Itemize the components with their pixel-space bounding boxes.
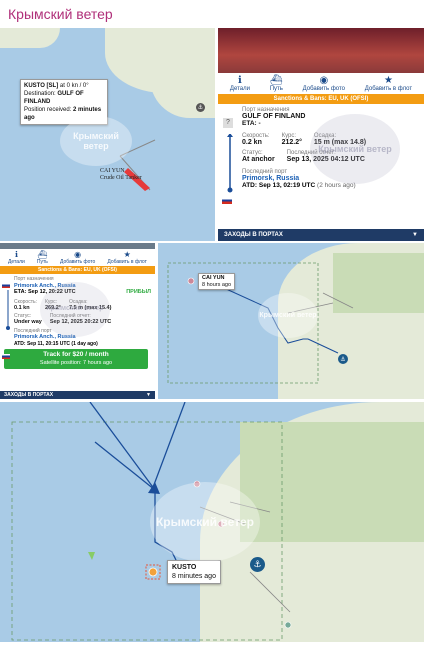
voyage-line (6, 290, 10, 330)
star-icon: ★ (383, 75, 393, 86)
tooltip-vessel-name: KUSTO [SL] (24, 83, 59, 89)
vessel-marker-cai-yun (187, 277, 195, 285)
channel-watermark: Крымский ветер (150, 482, 260, 562)
tooltip-received-label: Position received: (24, 107, 72, 113)
ship-label: CAI YUN Crude Oil Tanker (100, 168, 142, 182)
track-button[interactable]: Track for $20 / month Satellite position… (4, 349, 148, 369)
channel-title: Крымский ветер (8, 6, 113, 22)
channel-watermark: Крымский ветер (60, 116, 132, 166)
chevron-down-icon: ▼ (412, 232, 418, 238)
camera-icon: ◉ (319, 75, 329, 86)
status-value: At anchor (242, 156, 275, 163)
ship-label-type: Crude Oil Tanker (100, 175, 142, 181)
star-icon: ★ (123, 250, 131, 259)
speed-value: 0.2 kn (242, 139, 262, 146)
anchorage-icon[interactable]: ⚓ (338, 354, 348, 364)
chevron-down-icon: ▼ (146, 392, 151, 398)
vessel-info-panel-kusto: ℹ Детали ⛴ Путь ◉ Добавить фото ★ Добавить в… (218, 28, 424, 241)
tab-add-photo[interactable]: ◉ Добавить фото (303, 75, 345, 92)
vessel-marker (284, 621, 292, 629)
ship-label-name: CAI YUN (100, 168, 125, 174)
satellite-position: Satellite position: 7 hours ago (39, 360, 113, 366)
channel-watermark: Крымский ветер (258, 293, 318, 338)
map-panel-kusto[interactable]: KUSTO 8 minutes ago ⚓ Крымский ветер (0, 402, 424, 642)
vessel-name: CAI YUN (202, 275, 225, 281)
camera-icon: ◉ (74, 250, 82, 259)
arrived-badge: ПРИБЫЛ (126, 289, 151, 295)
vessel-time: 8 hours ago (202, 281, 232, 288)
unknown-flag-icon: ? (223, 118, 233, 128)
ship-icon: ⛴ (269, 75, 283, 86)
info-icon: ℹ (14, 250, 18, 259)
atd-label: ATD: (242, 182, 258, 189)
russia-flag-icon (2, 354, 13, 361)
tab-details[interactable]: ℹ Детали (230, 75, 250, 92)
anchorage-icon[interactable]: ⚓ (250, 557, 265, 572)
vessel-marker-kusto (148, 567, 158, 577)
russia-flag-icon (2, 283, 13, 290)
ship-icon: ⛴ (37, 250, 48, 259)
status-value: Under way (14, 319, 42, 325)
speed-value: 0.1 kn (14, 305, 30, 311)
tab-route[interactable]: ⛴ Путь (270, 75, 283, 92)
channel-watermark: Крымский ветер (40, 282, 110, 337)
track-button-label: Track for $20 / month (43, 351, 109, 358)
course-value: 212.2° (281, 139, 302, 146)
tooltip-destination-label: Destination: (24, 91, 56, 97)
vessel-tabs: ℹ Детали ⛴ Путь ◉ Добавить фото ★ Добавить в… (0, 249, 155, 266)
port-calls-bar[interactable]: ЗАХОДЫ В ПОРТАХ ▼ (218, 229, 424, 241)
vessel-tabs: ℹ Детали ⛴ Путь ◉ Добавить фото ★ Добавить в… (218, 73, 424, 94)
vessel-time: 8 minutes ago (172, 573, 216, 580)
tab-add-photo[interactable]: ◉ Добавить фото (60, 250, 95, 265)
vessel-name: KUSTO (172, 564, 197, 571)
vessel-marker (88, 552, 95, 560)
vessel-label: CAI YUN 8 hours ago (198, 273, 236, 290)
russia-flag-icon (222, 192, 235, 210)
port-calls-bar[interactable]: ЗАХОДЫ В ПОРТАХ ▼ (0, 391, 155, 399)
port-calls-label: ЗАХОДЫ В ПОРТАХ (4, 392, 54, 398)
channel-watermark: Крымский ветер (310, 114, 400, 184)
sanctions-banner: Sanctions & Bans: EU, UK (OFSI) (0, 266, 155, 274)
map-panel-cai-yun[interactable]: CAI YUN 8 hours ago ⚓ Крымский ветер (158, 243, 424, 399)
map-panel-kusto-tooltip[interactable]: ⚓ KUSTO [SL] at 0 kn / 0° Destination: G… (0, 28, 215, 241)
tab-route[interactable]: ⛴ Путь (37, 250, 48, 265)
tab-add-to-fleet[interactable]: ★ Добавить в флот (107, 250, 146, 265)
tooltip-speed-course: at 0 kn / 0° (59, 83, 89, 89)
vessel-photo (218, 28, 424, 73)
vessel-info-panel-cai-yun: ℹ Детали ⛴ Путь ◉ Добавить фото ★ Добавить в… (0, 243, 155, 399)
vessel-label: KUSTO 8 minutes ago (167, 560, 221, 584)
info-icon: ℹ (238, 75, 242, 86)
atd-value: ATD: Sep 11, 20:15 UTC (1 day ago) (14, 340, 98, 347)
tab-details[interactable]: ℹ Детали (8, 250, 25, 265)
tab-add-to-fleet[interactable]: ★ Добавить в флот (365, 75, 412, 92)
sanctions-banner: Sanctions & Bans: EU, UK (OFSI) (218, 94, 424, 104)
atd-value: Sep 13, 02:19 UTC (258, 182, 316, 189)
port-calls-label: ЗАХОДЫ В ПОРТАХ (224, 232, 283, 238)
voyage-line (227, 134, 233, 193)
